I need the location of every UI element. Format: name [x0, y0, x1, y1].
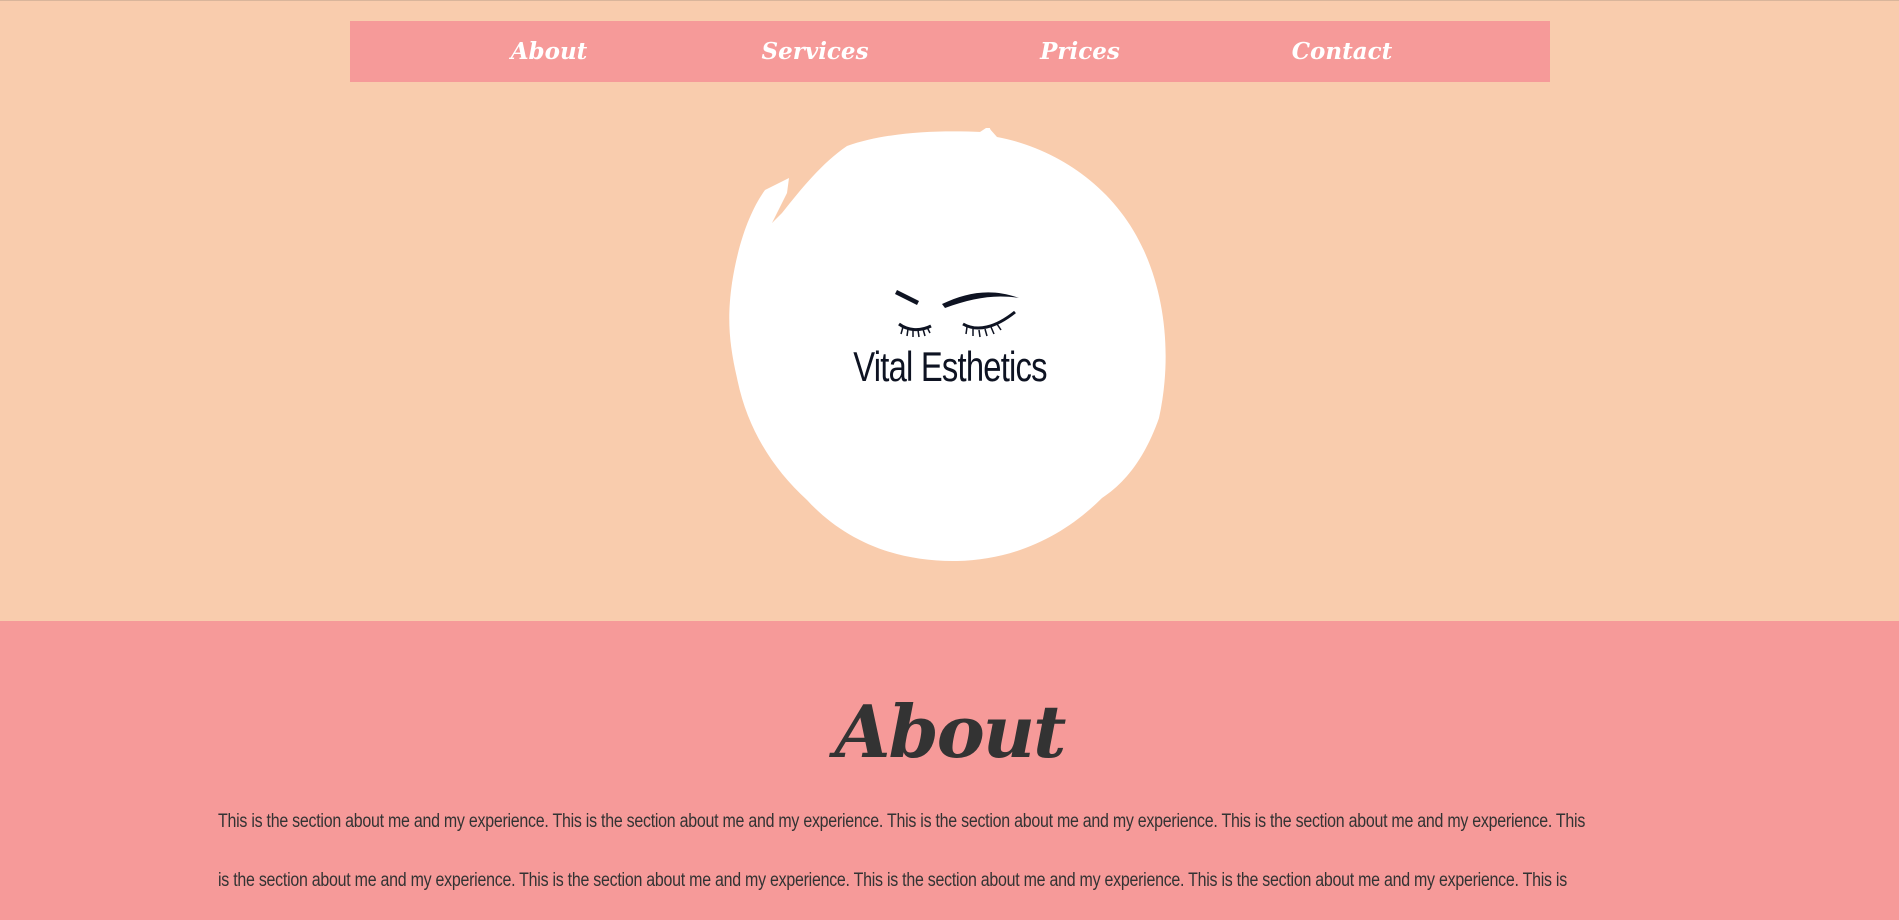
hero-section: About Services Prices Contact Vital Esth…	[0, 0, 1899, 621]
about-paragraph: This is the section about me and my expe…	[218, 792, 1680, 910]
brand-name: Vital Esthetics	[853, 343, 1047, 390]
nav-prices-link[interactable]: Prices	[1040, 21, 1120, 82]
about-section: About This is the section about me and m…	[0, 621, 1899, 920]
about-title: About	[834, 689, 1067, 774]
nav-contact-link[interactable]: Contact	[1292, 21, 1393, 82]
nav-about-link[interactable]: About	[511, 21, 588, 82]
about-text-line: is the section about me and my experienc…	[218, 870, 1567, 891]
main-nav: About Services Prices Contact	[350, 21, 1550, 82]
about-text-line: This is the section about me and my expe…	[218, 811, 1586, 832]
nav-services-link[interactable]: Services	[761, 21, 868, 82]
brand-logo: Vital Esthetics	[727, 128, 1173, 564]
